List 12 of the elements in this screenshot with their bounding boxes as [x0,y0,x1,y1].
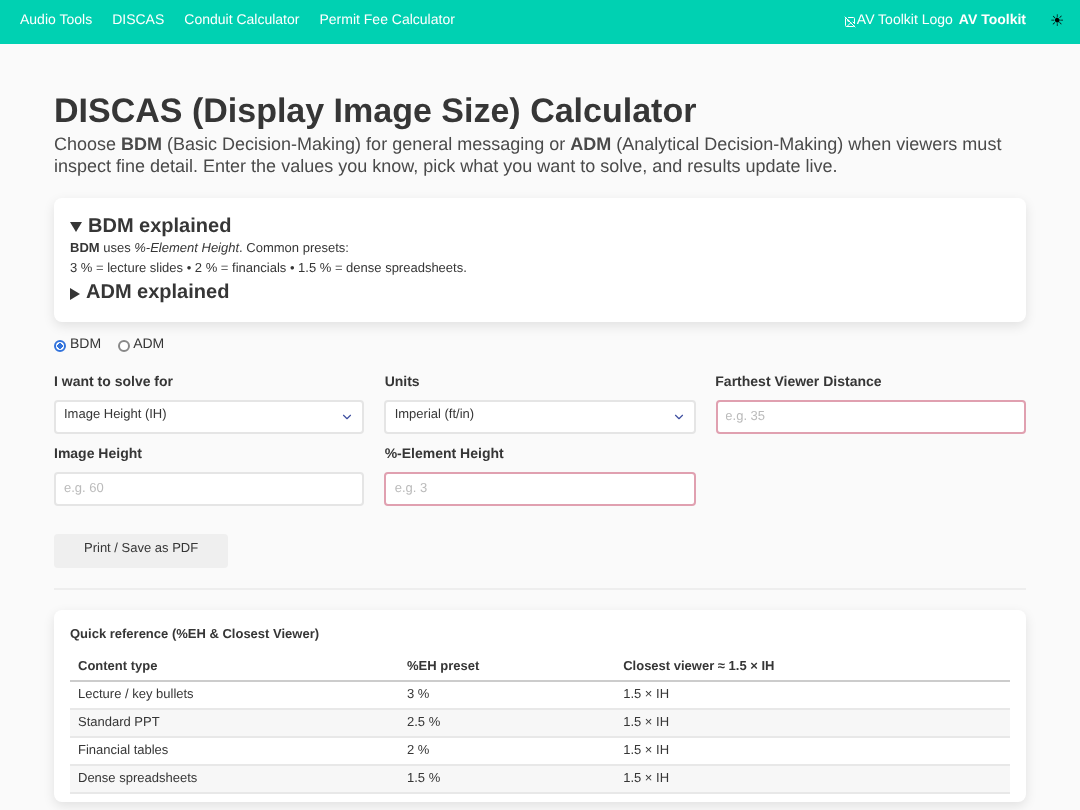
intro-text: Choose BDM (Basic Decision-Making) for general messaging or ADM (Analytical Decision-Making) when viewers must inspect fine detail. Enter the values you know, pick what you want to solve, and results update live. [54,134,1004,178]
radio-button[interactable] [117,340,130,353]
chevron-down-icon [340,409,355,423]
explainer-toggle[interactable]: BDM explained [70,214,232,240]
page-title: DISCAS (Display Image Size) Calculator [54,92,699,132]
broken-image-icon [844,16,857,28]
caret-down-icon [70,222,82,232]
radio-button[interactable] [54,340,66,353]
explainer-toggle[interactable]: ADM explained [70,280,230,306]
chevron-down-icon [671,409,686,423]
caret-right-icon [70,287,80,299]
theme-toggle[interactable]: ☀ [1050,10,1064,34]
